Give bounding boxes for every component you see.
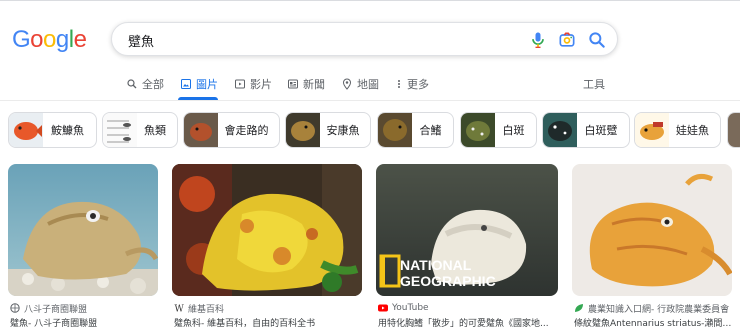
chip-thumbnail: [9, 113, 43, 147]
chip-thumbnail: [378, 113, 412, 147]
chip-label: 白斑躄: [584, 124, 618, 137]
chip-label: 娃娃魚: [676, 124, 709, 137]
logo-letter: o: [30, 26, 44, 53]
search-box[interactable]: 躄魚: [111, 22, 618, 56]
top-border: [0, 0, 740, 1]
chip-thumbnail: [286, 113, 320, 147]
tab-all[interactable]: 全部: [126, 68, 164, 100]
result-title[interactable]: 條紋躄魚Antennarius striatus-瀨間帶...: [574, 316, 732, 329]
result-image[interactable]: NATIONAL GEOGRAPHIC: [376, 164, 558, 296]
chip-fish-class[interactable]: 魚類: [102, 112, 178, 148]
result-source-name: 八斗子商圈聯盟: [24, 304, 88, 315]
tools-button[interactable]: 工具: [583, 68, 605, 100]
chip-thumbnail: [728, 113, 740, 147]
chip-walking-fish[interactable]: 會走路的: [183, 112, 280, 148]
tab-videos[interactable]: 影片: [234, 68, 272, 100]
overlay-line1: NATIONAL: [400, 257, 472, 273]
overlay-line2: GEOGRAPHIC: [400, 273, 496, 289]
chip-label: 合鰭: [419, 124, 442, 137]
chip-thumbnail: [543, 113, 577, 147]
video-icon: [235, 79, 245, 89]
camera-lens-icon[interactable]: [557, 30, 577, 50]
logo-letter: o: [43, 26, 56, 53]
result-image[interactable]: [572, 164, 732, 296]
tab-label: 地圖: [357, 78, 379, 91]
chip-white-spot[interactable]: 白斑: [460, 112, 537, 148]
tab-more[interactable]: 更多: [395, 68, 429, 100]
chip-thumbnail: [103, 113, 137, 147]
tab-images[interactable]: 圖片: [180, 68, 218, 100]
result-source: 農業知識入口網- 行政院農業委員會: [574, 301, 732, 315]
result-source-name: 農業知識入口網- 行政院農業委員會: [588, 304, 730, 315]
chip-label: 鮟鱇魚: [51, 124, 84, 137]
search-icon: [127, 79, 137, 89]
related-chips: 鮟鱇魚 魚類 會走路的 安康魚 合鰭 白斑 白斑躄 娃娃魚: [0, 112, 740, 148]
chip-label: 會走路的: [224, 124, 269, 137]
result-title[interactable]: 用特化胸鰭「散步」的可愛躄魚《國家地...: [378, 316, 560, 329]
youtube-icon: [378, 304, 388, 312]
search-input[interactable]: 躄魚: [128, 31, 154, 50]
chip-fused-fin[interactable]: 合鰭: [377, 112, 454, 148]
result-source: W 維基百科: [174, 301, 364, 315]
logo-letter: G: [12, 26, 31, 53]
map-pin-icon: [342, 78, 352, 90]
chip-thumbnail: [635, 113, 669, 147]
chip-angler[interactable]: 安康魚: [285, 112, 371, 148]
search-icon[interactable]: [587, 30, 607, 50]
news-icon: [288, 79, 298, 89]
tab-news[interactable]: 新聞: [287, 68, 325, 100]
result-source-name: YouTube: [392, 303, 429, 313]
chip-anglerfish[interactable]: 鮟鱇魚: [8, 112, 97, 148]
result-source: 八斗子商圈聯盟: [10, 301, 160, 315]
google-logo[interactable]: Google: [12, 26, 87, 54]
result-source-name: 維基百科: [188, 304, 225, 315]
tab-label: 影片: [250, 78, 272, 91]
wikipedia-icon: W: [175, 305, 185, 314]
more-vert-icon: [398, 80, 400, 88]
chip-thumbnail: [461, 113, 495, 147]
globe-icon: [10, 303, 20, 313]
tab-label: 更多: [407, 78, 429, 91]
chip-label: 安康魚: [326, 124, 360, 137]
logo-letter: e: [73, 26, 87, 53]
svg-text:W: W: [175, 305, 185, 314]
chip-doll-fish[interactable]: 娃娃魚: [634, 112, 721, 148]
chip-thumbnail: [184, 113, 218, 147]
leaf-icon: [575, 304, 583, 312]
tab-label: 圖片: [196, 78, 218, 91]
search-tabs: 全部 圖片 影片 新聞 地圖 更多 工具: [0, 68, 740, 100]
tab-maps[interactable]: 地圖: [341, 68, 379, 100]
tab-label: 全部: [142, 78, 164, 91]
result-image[interactable]: [8, 164, 158, 296]
chip-label: 白斑: [502, 124, 525, 137]
microphone-icon[interactable]: [528, 30, 548, 50]
tabs-divider: [0, 100, 740, 101]
image-results: 八斗子商圈聯盟 躄魚- 八斗子商圈聯盟 W 維基百科 躄魚科- 維基百科，自由的…: [0, 164, 740, 331]
chip-white-spot-frogfish[interactable]: 白斑躄: [542, 112, 630, 148]
result-title[interactable]: 躄魚- 八斗子商圈聯盟: [10, 316, 160, 329]
result-title[interactable]: 躄魚科- 維基百科，自由的百科全书: [174, 316, 364, 329]
tab-label: 新聞: [303, 78, 325, 91]
result-image[interactable]: [172, 164, 362, 296]
result-source: YouTube: [378, 301, 560, 315]
logo-letter: g: [55, 26, 69, 53]
image-icon: [181, 79, 191, 89]
chip-label: 魚類: [144, 124, 166, 137]
chip-overflow[interactable]: [727, 112, 740, 148]
tools-label: 工具: [583, 78, 605, 91]
